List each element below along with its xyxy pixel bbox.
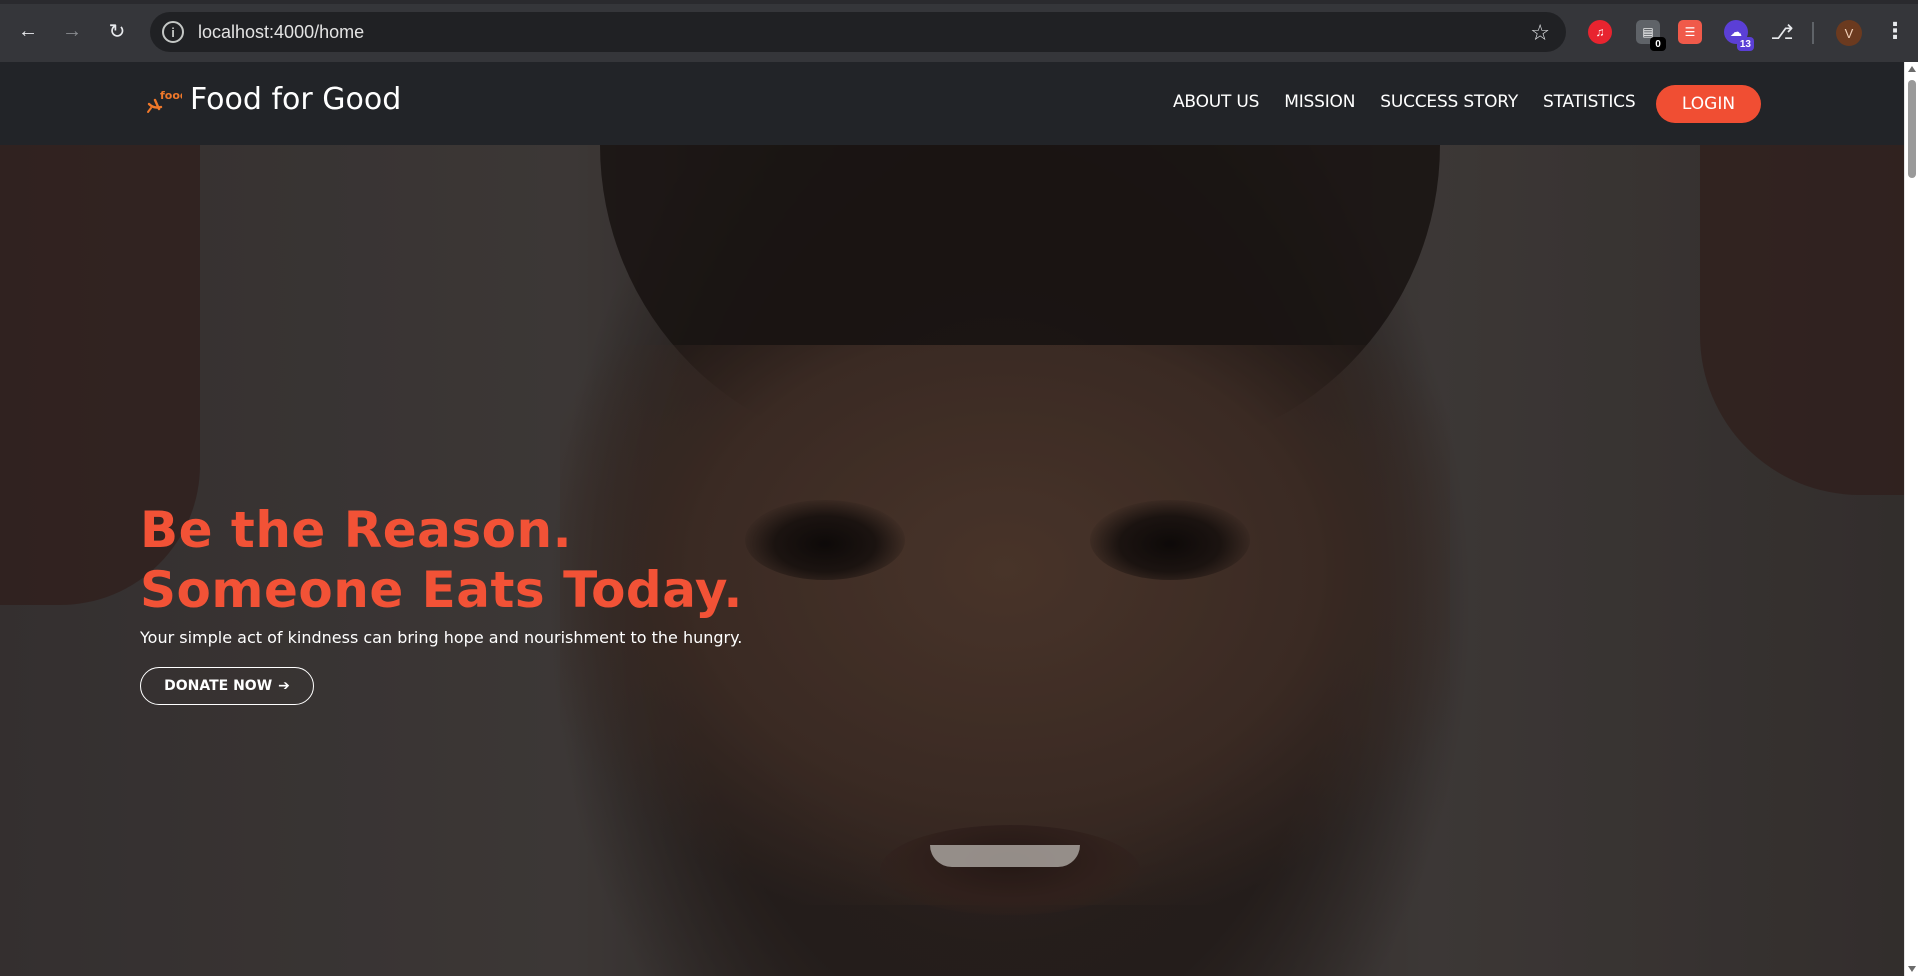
scroll-up-icon[interactable] xyxy=(1908,66,1916,72)
toolbar-divider xyxy=(1812,22,1814,44)
extensions-puzzle-icon[interactable]: ⎇ xyxy=(1770,20,1794,44)
pdf-extension-icon[interactable]: ☰ xyxy=(1678,20,1702,44)
cloud-extension-icon[interactable]: ☁ 13 xyxy=(1724,20,1754,51)
hero-subtitle: Your simple act of kindness can bring ho… xyxy=(140,628,743,647)
browser-toolbar: ← → ↻ i localhost:4000/home ☆ ♫ ▤ 0 ☰ ☁ … xyxy=(0,0,1918,62)
url-text[interactable]: localhost:4000/home xyxy=(198,22,364,43)
extension-badge: 13 xyxy=(1736,37,1754,51)
nav-about-us[interactable]: ABOUT US xyxy=(1173,92,1259,112)
tab-strip xyxy=(0,0,1918,4)
login-button[interactable]: LOGIN xyxy=(1656,85,1761,123)
forward-icon[interactable]: → xyxy=(58,17,86,45)
site-info-icon[interactable]: i xyxy=(162,21,184,43)
food-logo-icon: food xyxy=(146,85,188,115)
reload-icon[interactable]: ↻ xyxy=(103,17,131,45)
page-scrollbar[interactable] xyxy=(1904,62,1918,976)
logo-wordmark: food xyxy=(160,89,182,102)
site-navbar: food Food for Good ABOUT US MISSION SUCC… xyxy=(0,62,1904,145)
page-viewport: food Food for Good ABOUT US MISSION SUCC… xyxy=(0,62,1904,976)
nav-mission[interactable]: MISSION xyxy=(1284,92,1355,112)
back-icon[interactable]: ← xyxy=(14,17,42,45)
nav-statistics[interactable]: STATISTICS xyxy=(1543,92,1636,112)
hero-section: Be the Reason. Someone Eats Today. Your … xyxy=(0,145,1904,976)
donate-now-label: DONATE NOW xyxy=(164,678,273,694)
hero-content: Be the Reason. Someone Eats Today. Your … xyxy=(140,500,840,705)
brand[interactable]: food Food for Good xyxy=(146,82,401,117)
profile-avatar[interactable]: V xyxy=(1836,20,1862,46)
donate-now-button[interactable]: DONATE NOW ➔ xyxy=(140,667,314,705)
music-extension-icon[interactable]: ♫ xyxy=(1588,20,1612,44)
extension-badge: 0 xyxy=(1650,37,1666,51)
main-nav: ABOUT US MISSION SUCCESS STORY STATISTIC… xyxy=(1173,92,1660,112)
brand-name[interactable]: Food for Good xyxy=(190,82,401,117)
nav-success-story[interactable]: SUCCESS STORY xyxy=(1380,92,1518,112)
clipboard-extension-icon[interactable]: ▤ 0 xyxy=(1636,20,1666,51)
hero-title-line-2: Someone Eats Today. xyxy=(140,561,743,619)
scroll-down-icon[interactable] xyxy=(1908,966,1916,972)
address-bar[interactable]: i localhost:4000/home ☆ xyxy=(150,12,1566,52)
hero-title-line-1: Be the Reason. xyxy=(140,501,573,559)
arrow-right-icon: ➔ xyxy=(278,678,290,694)
more-menu-icon[interactable]: ⋮ xyxy=(1884,18,1906,44)
bookmark-star-icon[interactable]: ☆ xyxy=(1530,20,1550,46)
scroll-thumb[interactable] xyxy=(1908,80,1916,178)
